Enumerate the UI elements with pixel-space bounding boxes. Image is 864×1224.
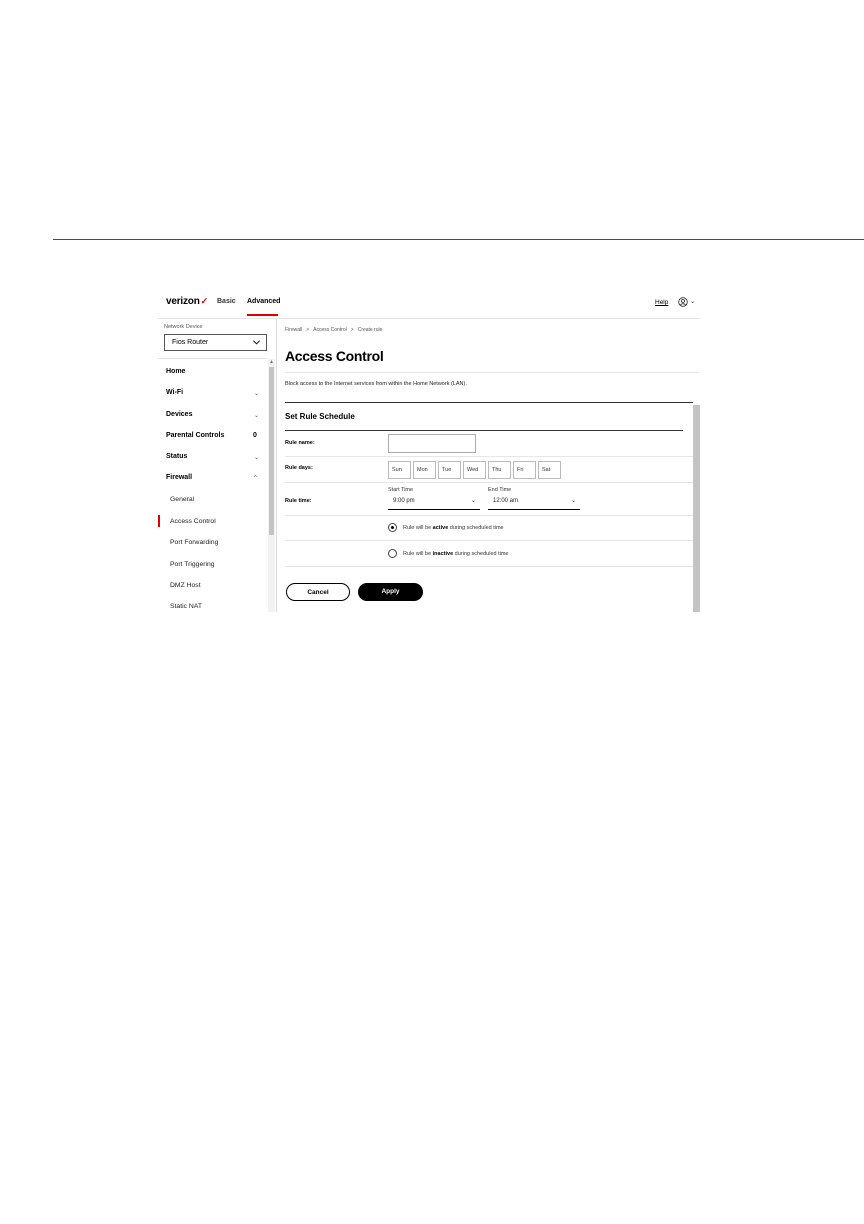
day-wed-button[interactable]: Wed [463, 461, 486, 479]
radio-active-text-post: during scheduled time [448, 525, 504, 531]
sidebar-subitem-general[interactable]: General [170, 496, 194, 503]
chevron-down-icon[interactable]: ⌄ [254, 454, 259, 461]
section-title: Set Rule Schedule [285, 412, 355, 421]
user-menu-chevron-icon[interactable]: ⌄ [690, 298, 695, 305]
day-thu-button[interactable]: Thu [488, 461, 511, 479]
chevron-up-icon[interactable]: ^ [254, 475, 257, 481]
tab-basic[interactable]: Basic [217, 298, 236, 305]
sidebar-item-wifi[interactable]: Wi-Fi [166, 389, 183, 396]
section-divider [285, 402, 693, 403]
page-divider [53, 239, 864, 240]
logo-check-icon: ✓ [200, 296, 209, 306]
sidebar-subitem-port-forwarding[interactable]: Port Forwarding [170, 539, 218, 546]
day-mon-button[interactable]: Mon [413, 461, 436, 479]
top-header: verizon✓ Basic Advanced Help ⌄ [158, 290, 700, 319]
breadcrumb: Firewall > Access Control > Create rule [285, 327, 386, 333]
sidebar: Network Device Fios Router Home Wi-Fi ⌄ … [158, 319, 277, 612]
title-divider [285, 372, 699, 373]
user-icon[interactable] [678, 297, 688, 307]
breadcrumb-create-rule: Create rule [357, 327, 383, 333]
start-time-select[interactable]: 9:00 pm ⌄ [388, 494, 480, 510]
sidebar-subitem-port-triggering[interactable]: Port Triggering [170, 561, 215, 568]
network-device-select[interactable]: Fios Router [164, 334, 267, 351]
sidebar-divider [158, 358, 267, 359]
row-divider [285, 456, 693, 457]
end-time-label: End Time [488, 487, 512, 493]
page-description: Block access to the Internet services fr… [285, 381, 467, 387]
scroll-up-icon[interactable]: ▲ [269, 359, 274, 365]
radio-active-text-pre: Rule will be [403, 525, 433, 531]
cancel-button[interactable]: Cancel [286, 583, 350, 601]
verizon-logo: verizon✓ [166, 296, 208, 307]
parental-controls-count-badge: 0 [253, 432, 257, 439]
row-divider [285, 540, 693, 541]
radio-rule-active-label: Rule will be active during scheduled tim… [403, 525, 504, 531]
day-tue-button[interactable]: Tue [438, 461, 461, 479]
apply-button[interactable]: Apply [358, 583, 423, 601]
chevron-right-icon: > [350, 327, 354, 333]
day-sat-button[interactable]: Sat [538, 461, 561, 479]
rule-time-label: Rule time: [285, 498, 312, 504]
start-time-label: Start Time [388, 487, 414, 493]
chevron-down-icon: ⌄ [570, 498, 576, 504]
day-sun-button[interactable]: Sun [388, 461, 411, 479]
sidebar-item-parental-controls[interactable]: Parental Controls [166, 432, 224, 439]
sidebar-item-firewall[interactable]: Firewall [166, 474, 192, 481]
tab-advanced[interactable]: Advanced [247, 298, 280, 305]
sidebar-item-devices[interactable]: Devices [166, 411, 192, 418]
sidebar-item-home[interactable]: Home [166, 368, 185, 375]
start-time-value: 9:00 pm [393, 498, 415, 504]
radio-rule-inactive[interactable] [388, 549, 397, 558]
chevron-down-icon [253, 340, 260, 345]
day-fri-button[interactable]: Fri [513, 461, 536, 479]
radio-inactive-text-pre: Rule will be [403, 551, 433, 557]
radio-inactive-text-bold: inactive [432, 551, 454, 557]
page-title: Access Control [285, 348, 384, 364]
sidebar-scrollbar-thumb[interactable] [269, 367, 274, 535]
radio-rule-active[interactable] [388, 523, 397, 532]
active-tab-indicator [247, 314, 278, 316]
rule-name-input[interactable] [388, 434, 476, 453]
chevron-down-icon[interactable]: ⌄ [254, 390, 259, 397]
row-divider [285, 566, 693, 567]
main-scrollbar[interactable] [693, 405, 700, 612]
sidebar-subitem-access-control[interactable]: Access Control [170, 518, 216, 525]
sidebar-item-status[interactable]: Status [166, 453, 187, 460]
row-divider [285, 482, 693, 483]
network-device-label: Network Device [164, 324, 203, 330]
breadcrumb-firewall[interactable]: Firewall [285, 327, 302, 333]
router-ui-screenshot: verizon✓ Basic Advanced Help ⌄ Network D… [158, 290, 700, 612]
radio-rule-inactive-label: Rule will be inactive during scheduled t… [403, 551, 508, 557]
sidebar-subitem-dmz-host[interactable]: DMZ Host [170, 582, 201, 589]
radio-active-text-bold: active [432, 525, 449, 531]
end-time-select[interactable]: 12:00 am ⌄ [488, 494, 580, 510]
logo-text: verizon [166, 296, 200, 307]
radio-inactive-text-post: during scheduled time [453, 551, 509, 557]
chevron-down-icon[interactable]: ⌄ [254, 412, 259, 419]
end-time-value: 12:00 am [493, 498, 519, 504]
section-title-divider [285, 430, 683, 431]
help-link[interactable]: Help [655, 299, 668, 306]
chevron-down-icon: ⌄ [470, 498, 476, 504]
sidebar-subitem-static-nat[interactable]: Static NAT [170, 603, 202, 610]
chevron-right-icon: > [306, 327, 310, 333]
breadcrumb-access-control[interactable]: Access Control [313, 327, 347, 333]
network-device-value: Fios Router [172, 339, 209, 346]
active-item-indicator [158, 515, 160, 527]
rule-days-label: Rule days: [285, 465, 313, 471]
rule-name-label: Rule name: [285, 440, 315, 446]
sidebar-scrollbar[interactable]: ▲ [268, 359, 275, 612]
row-divider [285, 515, 693, 516]
